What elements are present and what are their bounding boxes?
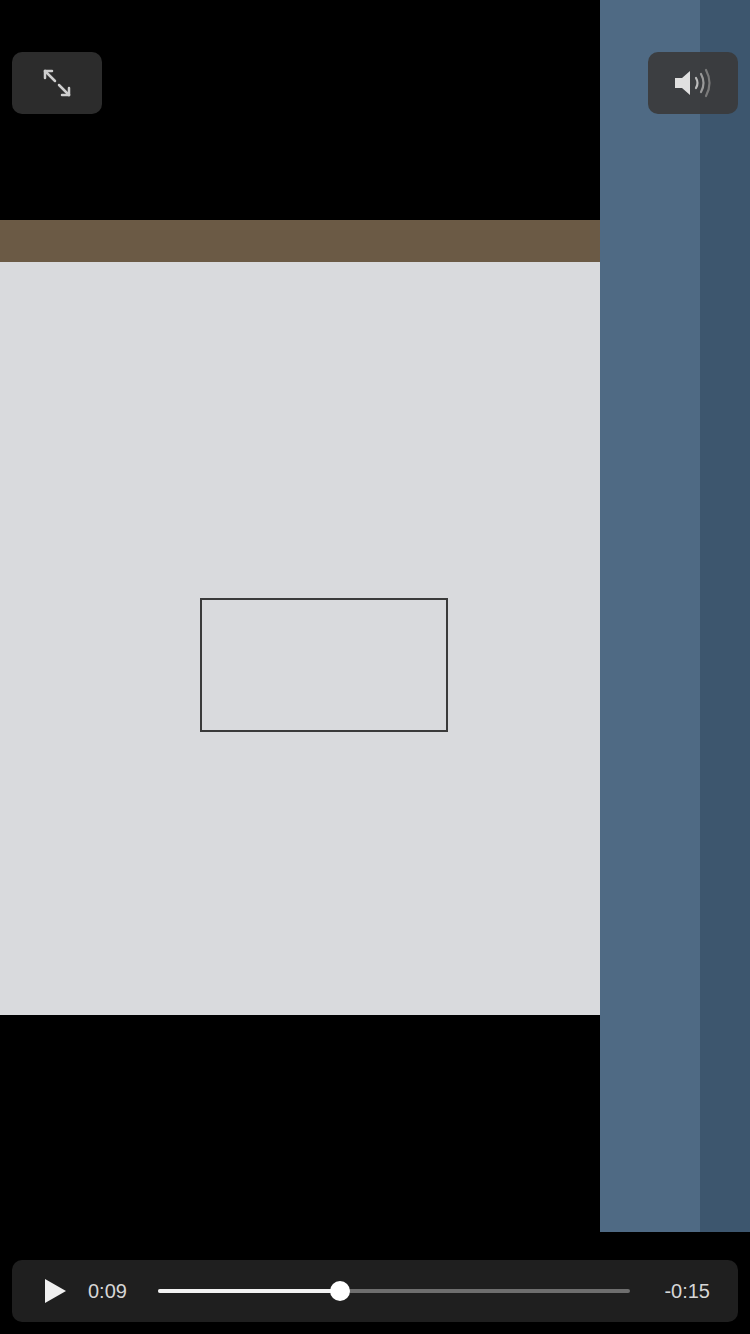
control-bar: 0:09 -0:15 — [12, 1260, 738, 1322]
play-icon — [42, 1278, 68, 1304]
expand-button[interactable] — [12, 52, 102, 114]
volume-icon — [671, 67, 715, 99]
volume-button[interactable] — [648, 52, 738, 114]
remaining-time: -0:15 — [654, 1276, 710, 1306]
progress-knob[interactable] — [330, 1281, 350, 1301]
frame-status-bar — [700, 0, 750, 1232]
frame-paper — [0, 262, 600, 1015]
video-player: 0:09 -0:15 — [0, 0, 750, 1334]
progress-fill — [158, 1289, 340, 1293]
video-frame[interactable] — [0, 0, 750, 1232]
play-button[interactable] — [40, 1276, 70, 1306]
progress-track[interactable] — [158, 1289, 630, 1293]
elapsed-time: 0:09 — [88, 1276, 134, 1306]
expand-icon — [41, 67, 73, 99]
frame-rectangle — [200, 598, 448, 732]
frame-app-bar — [600, 0, 700, 1232]
